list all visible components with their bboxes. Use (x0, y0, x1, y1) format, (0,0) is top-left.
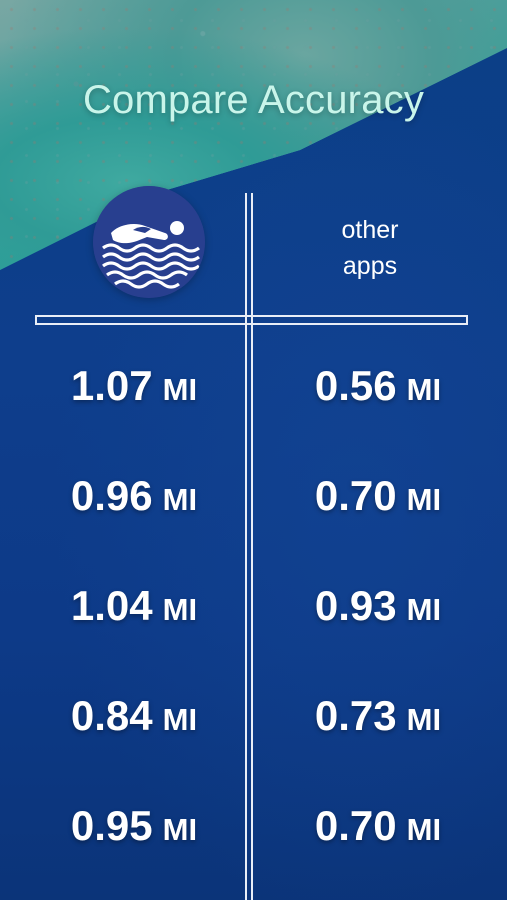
distance-number: 1.07 (70, 362, 153, 409)
distance-number: 0.96 (70, 472, 153, 519)
distance-number: 0.95 (70, 802, 153, 849)
distance-number: 0.56 (314, 362, 397, 409)
distance-unit: MI (406, 482, 442, 517)
other-apps-distance-value: 0.73 MI (268, 692, 488, 740)
distance-number: 0.93 (314, 582, 397, 629)
other-apps-column-header: other apps (300, 212, 440, 284)
app-distance-value: 1.04 MI (24, 582, 244, 630)
column-divider-vertical (245, 193, 253, 900)
distance-unit: MI (406, 812, 442, 847)
page-title: Compare Accuracy (82, 78, 425, 122)
other-apps-label-line-1: other (341, 216, 399, 244)
distance-unit: MI (406, 372, 442, 407)
distance-unit: MI (406, 592, 442, 627)
distance-unit: MI (162, 702, 198, 737)
app-distance-value: 0.95 MI (24, 802, 244, 850)
distance-unit: MI (162, 482, 198, 517)
app-distance-value: 0.96 MI (24, 472, 244, 520)
other-apps-distance-value: 0.56 MI (268, 362, 488, 410)
swimmer-waves-logo-icon (93, 186, 205, 298)
distance-unit: MI (162, 592, 198, 627)
app-distance-value: 0.84 MI (24, 692, 244, 740)
distance-unit: MI (406, 702, 442, 737)
distance-number: 1.04 (70, 582, 153, 629)
distance-number: 0.70 (314, 472, 397, 519)
other-apps-distance-value: 0.70 MI (268, 472, 488, 520)
header-divider-horizontal (35, 315, 468, 325)
distance-number: 0.70 (314, 802, 397, 849)
distance-number: 0.73 (314, 692, 397, 739)
other-apps-distance-value: 0.93 MI (268, 582, 488, 630)
other-apps-distance-value: 0.70 MI (268, 802, 488, 850)
distance-unit: MI (162, 812, 198, 847)
other-apps-label-line-2: apps (342, 252, 398, 280)
distance-number: 0.84 (70, 692, 153, 739)
app-distance-value: 1.07 MI (24, 362, 244, 410)
distance-unit: MI (162, 372, 198, 407)
